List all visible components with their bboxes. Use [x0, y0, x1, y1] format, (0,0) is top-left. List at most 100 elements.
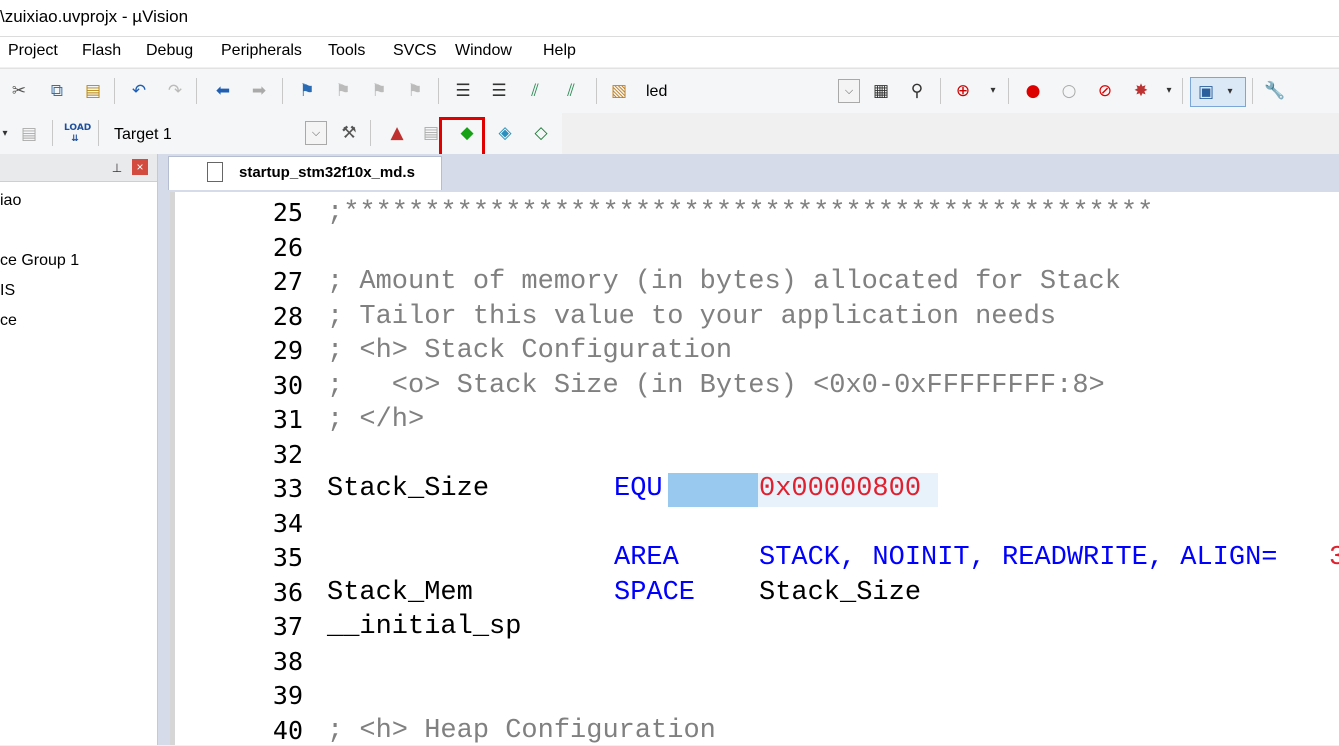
code-label: Stack_Size [327, 474, 490, 504]
line-number: 33 [272, 474, 303, 503]
close-pane-icon[interactable]: × [132, 159, 148, 175]
line-number: 28 [272, 302, 303, 331]
code-line: ; Amount of memory (in bytes) allocated … [327, 267, 1121, 297]
window-title: \zuixiao.uvprojx - µVision [0, 7, 189, 26]
cut-icon[interactable]: ✂ [8, 80, 30, 102]
toolbar-separator [596, 78, 597, 104]
code-editor[interactable]: 25 26 27 28 29 30 31 32 33 34 35 36 37 3… [170, 192, 1339, 746]
line-number: 26 [272, 233, 303, 262]
line-number: 40 [272, 716, 303, 745]
target-name[interactable]: Target 1 [114, 126, 172, 144]
project-pane-header: ⊥ × [0, 154, 157, 182]
line-number: 30 [272, 371, 303, 400]
previous-bookmark-icon[interactable]: ⚑ [332, 80, 354, 102]
bookmark-icon[interactable]: ⚑ [296, 80, 318, 102]
code-number: 3 [1329, 543, 1339, 573]
code-line: ;***************************************… [327, 198, 1154, 228]
manage-project-items-icon[interactable]: ▲ [386, 122, 408, 144]
toolbar-separator [1008, 78, 1009, 104]
build-toolbar: ▾ ▤ LOAD ⇊ Target 1 ⌵ ⚒ ▲ ▤ ◆ ◈ ◇ [0, 113, 562, 159]
tree-item-device[interactable]: ce [0, 312, 17, 330]
line-number: 25 [272, 198, 303, 227]
copy-icon[interactable]: ⧉ [46, 80, 68, 102]
undo-icon[interactable]: ↶ [128, 80, 150, 102]
toolbar-separator [114, 78, 115, 104]
find-icon[interactable]: ⚲ [906, 80, 928, 102]
menu-bar: Project Flash Debug Peripherals Tools SV… [0, 37, 1339, 67]
toolbar-separator [282, 78, 283, 104]
file-icon [207, 162, 223, 182]
clear-bookmarks-icon[interactable]: ⚑ [404, 80, 426, 102]
line-number: 27 [272, 267, 303, 296]
download-icon[interactable]: LOAD ⇊ [64, 123, 91, 145]
kill-breakpoints-icon[interactable]: ✸ [1130, 80, 1152, 102]
toolbar-separator [370, 120, 371, 146]
toolbar-separator [940, 78, 941, 104]
disable-breakpoints-icon[interactable]: ⊘ [1094, 80, 1116, 102]
pin-icon[interactable]: ⊥ [106, 157, 128, 179]
navigate-forward-icon[interactable]: ➡ [248, 80, 270, 102]
window-layout-dropdown-icon: ▾ [1227, 86, 1233, 97]
breakpoints-dropdown-icon[interactable]: ▾ [1158, 80, 1180, 102]
line-number: 38 [272, 647, 303, 676]
standard-toolbar: ✂ ⧉ ▤ ↶ ↷ ⬅ ➡ ⚑ ⚑ ⚑ ⚑ ☰ ☰ ⫽ ⫽ ▧ led ⌵ ▦ … [0, 68, 1339, 113]
comment-icon[interactable]: ⫽ [524, 80, 546, 102]
target-combo-text[interactable]: led [646, 83, 667, 101]
toolbar-separator [438, 78, 439, 104]
menu-help[interactable]: Help [543, 42, 576, 60]
code-directive: EQU [614, 474, 663, 504]
menu-window[interactable]: Window [455, 42, 512, 60]
line-number: 29 [272, 336, 303, 365]
target-options-icon[interactable]: ⚒ [338, 122, 360, 144]
line-number: 32 [272, 440, 303, 469]
text-selection [668, 473, 758, 507]
next-bookmark-icon[interactable]: ⚑ [368, 80, 390, 102]
select-software-packs-icon[interactable]: ◈ [494, 122, 516, 144]
tree-item-project[interactable]: iao [0, 192, 21, 210]
toolbar-separator [1182, 78, 1183, 104]
redo-icon[interactable]: ↷ [164, 80, 186, 102]
project-pane: ⊥ × iao ce Group 1 IS ce [0, 154, 158, 745]
debug-session-icon[interactable]: ⊕ [952, 80, 974, 102]
tree-item-cmsis[interactable]: IS [0, 282, 15, 300]
tab-startup-file[interactable]: startup_stm32f10x_md.s [168, 156, 442, 190]
target-dropdown[interactable]: ⌵ [305, 121, 327, 145]
menu-svcs[interactable]: SVCS [393, 42, 437, 60]
code-line: ; Tailor this value to your application … [327, 302, 1057, 332]
code-line: ; <o> Stack Size (in Bytes) <0x0-0xFFFFF… [327, 371, 1105, 401]
line-number: 35 [272, 543, 303, 572]
code-line: ; <h> Heap Configuration [327, 716, 716, 746]
tree-item-source-group[interactable]: ce Group 1 [0, 252, 79, 270]
title-bar: \zuixiao.uvprojx - µVision [0, 0, 1339, 37]
menu-debug[interactable]: Debug [146, 42, 193, 60]
manage-components-icon[interactable]: ◇ [530, 122, 552, 144]
dropdown-icon[interactable]: ▾ [0, 123, 16, 145]
line-number: 34 [272, 509, 303, 538]
line-number: 39 [272, 681, 303, 710]
unindent-icon[interactable]: ☰ [488, 80, 510, 102]
batch-build-icon[interactable]: ▤ [18, 123, 40, 145]
window-layout-button[interactable]: ▣ ▾ [1190, 77, 1246, 107]
menu-tools[interactable]: Tools [328, 42, 365, 60]
line-number: 37 [272, 612, 303, 641]
menu-flash[interactable]: Flash [82, 42, 121, 60]
target-combo-dropdown[interactable]: ⌵ [838, 79, 860, 103]
code-label: __initial_sp [327, 612, 522, 642]
tab-label: startup_stm32f10x_md.s [239, 164, 415, 181]
find-in-files-icon[interactable]: ▧ [608, 80, 630, 102]
toolbar-separator [52, 120, 53, 146]
code-operands: STACK, NOINIT, READWRITE, ALIGN= [759, 543, 1278, 573]
toolbar-separator [98, 120, 99, 146]
enable-breakpoint-icon[interactable]: ○ [1058, 80, 1080, 102]
menu-project[interactable]: Project [8, 42, 58, 60]
code-number: 0x00000800 [759, 474, 922, 504]
paste-icon[interactable]: ▤ [82, 80, 104, 102]
incremental-find-icon[interactable]: ▦ [870, 80, 892, 102]
menu-peripherals[interactable]: Peripherals [221, 42, 302, 60]
configure-icon[interactable]: 🔧 [1264, 80, 1286, 102]
uncomment-icon[interactable]: ⫽ [560, 80, 582, 102]
navigate-back-icon[interactable]: ⬅ [212, 80, 234, 102]
insert-breakpoint-icon[interactable]: ● [1022, 80, 1044, 102]
debug-dropdown-icon[interactable]: ▾ [982, 80, 1004, 102]
indent-icon[interactable]: ☰ [452, 80, 474, 102]
